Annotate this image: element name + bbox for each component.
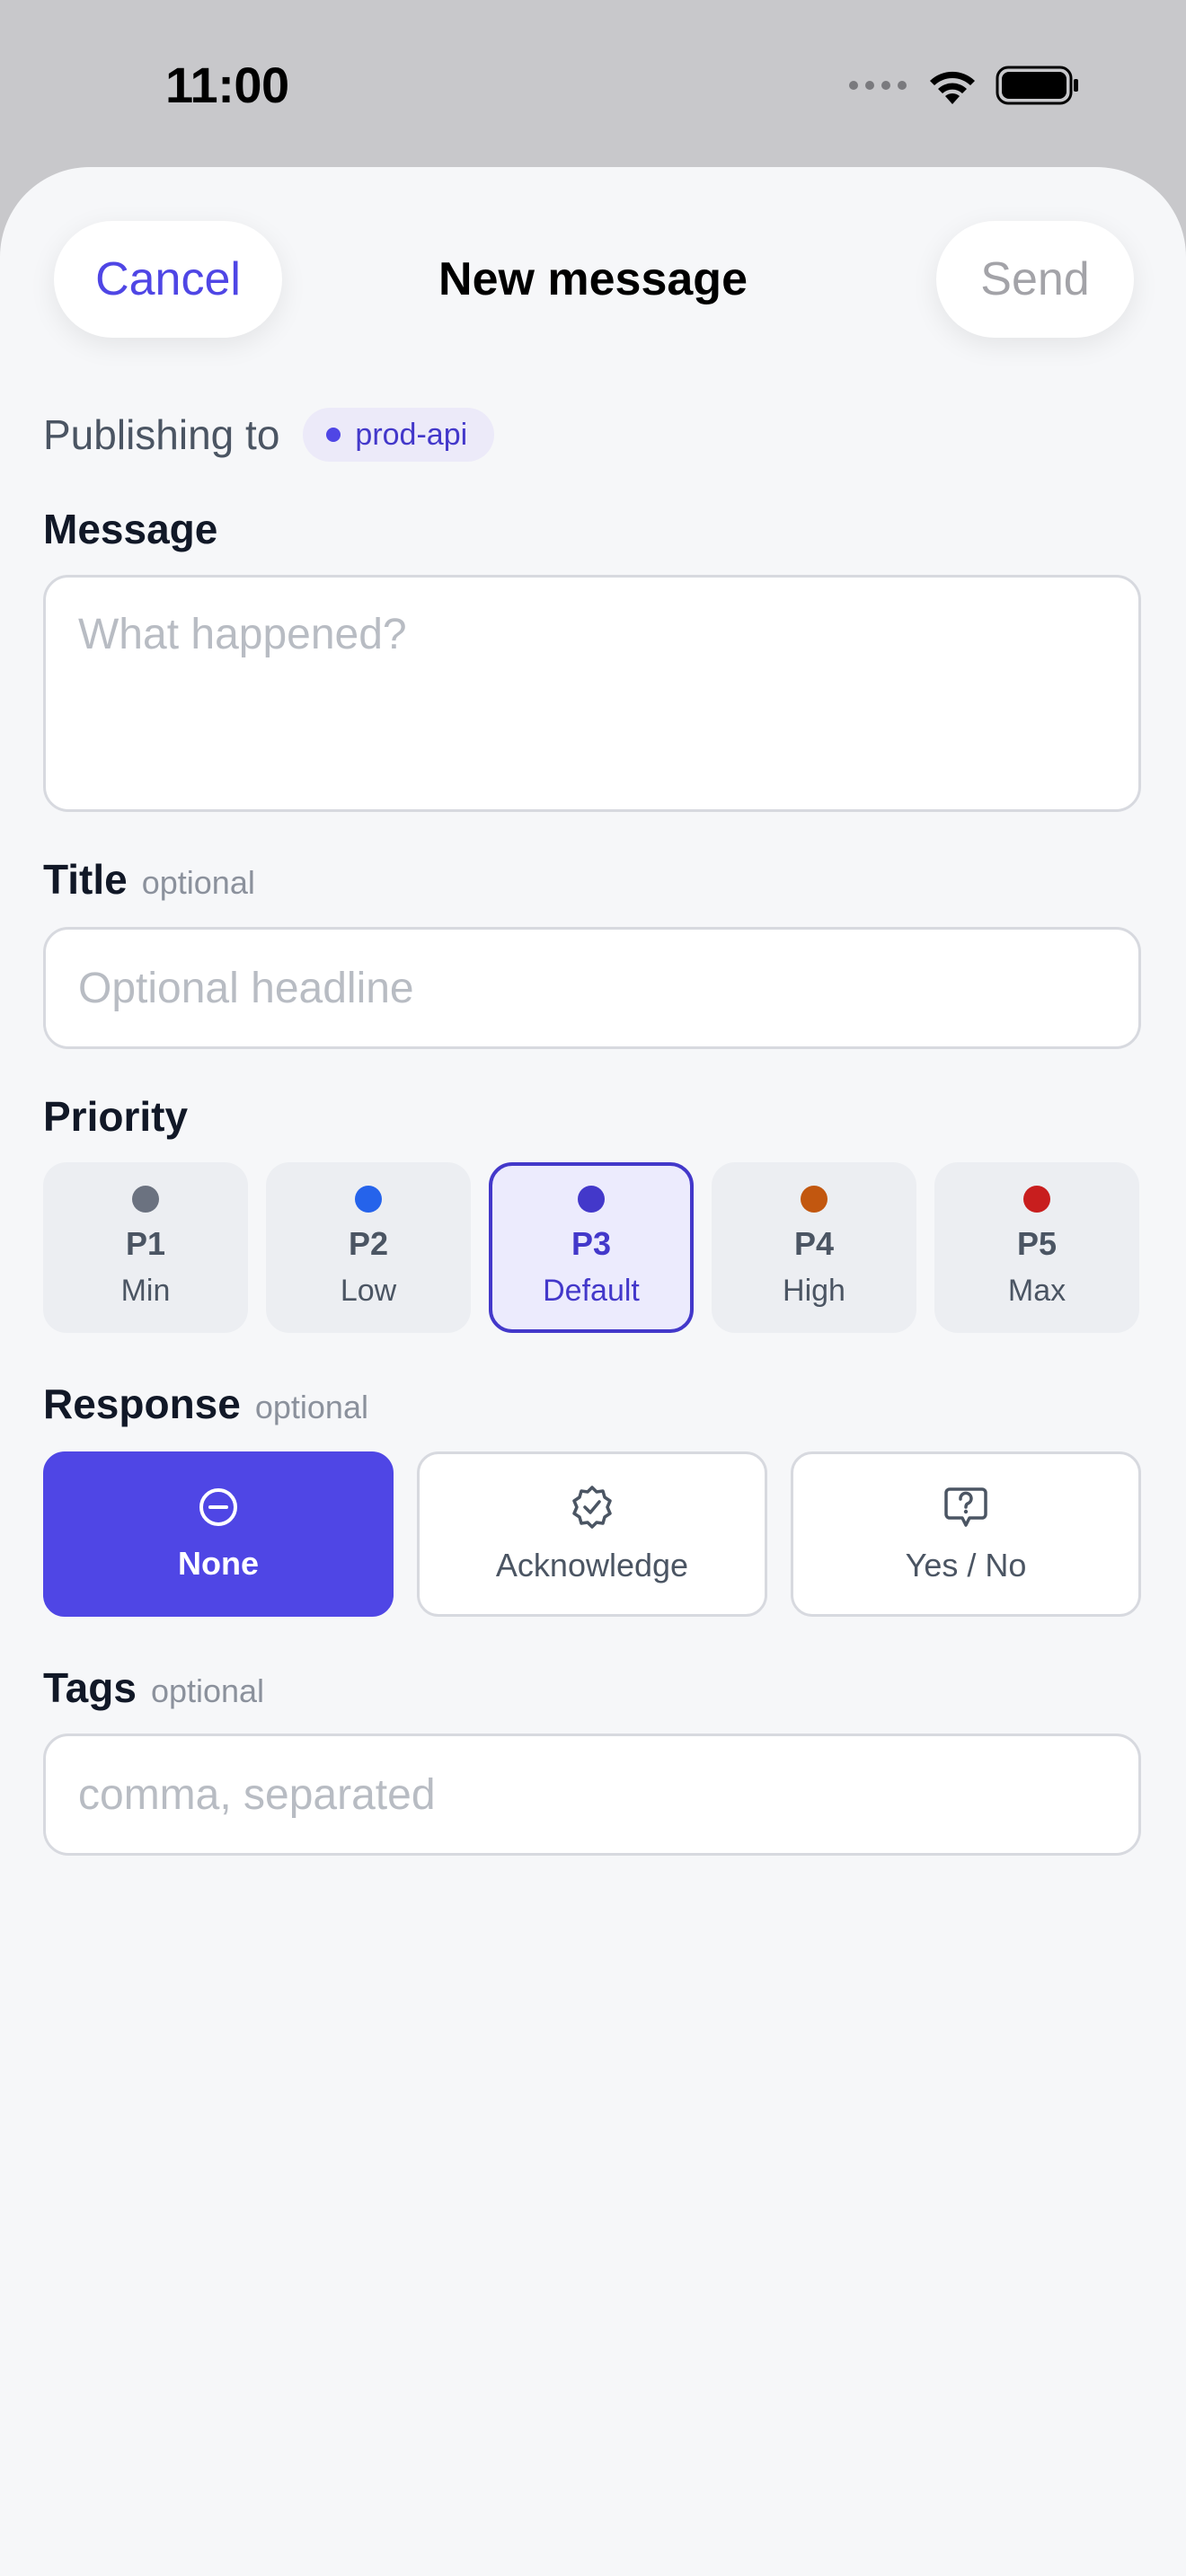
priority-selector: P1 Min P2 Low P3 Default P4 High P5 Max: [43, 1162, 1139, 1333]
compose-sheet: Cancel New message Send Publishing to pr…: [0, 167, 1186, 2576]
priority-code: P3: [571, 1225, 612, 1262]
title-label-text: Title: [43, 856, 128, 903]
title-input[interactable]: Optional headline: [43, 927, 1141, 1049]
priority-code: P1: [125, 1225, 166, 1262]
tags-label-text: Tags: [43, 1664, 137, 1711]
cellular-signal-icon: [848, 79, 909, 92]
status-bar: 11:00: [0, 0, 1186, 167]
response-option-yes-no[interactable]: Yes / No: [791, 1451, 1141, 1617]
page-title: New message: [438, 253, 748, 305]
publishing-label: Publishing to: [43, 411, 280, 458]
topic-dot-icon: [326, 428, 341, 442]
priority-dot-icon: [801, 1186, 828, 1213]
priority-option-p3[interactable]: P3 Default: [489, 1162, 694, 1333]
priority-dot-icon: [355, 1186, 382, 1213]
battery-icon: [996, 66, 1080, 105]
priority-name: Min: [120, 1274, 171, 1308]
priority-code: P2: [348, 1225, 389, 1262]
priority-label-text: Priority: [43, 1093, 189, 1140]
tags-input[interactable]: comma, separated: [43, 1734, 1141, 1856]
publishing-to: Publishing to prod-api: [43, 408, 495, 462]
response-label-text: Response: [43, 1381, 241, 1427]
priority-code: P4: [793, 1225, 835, 1262]
priority-option-p1[interactable]: P1 Min: [43, 1162, 248, 1333]
status-icons: [848, 65, 1080, 106]
response-option-label: Yes / No: [905, 1547, 1027, 1584]
response-option-label: Acknowledge: [495, 1547, 689, 1584]
message-label-text: Message: [43, 506, 218, 552]
wifi-icon: [925, 65, 979, 106]
priority-dot-icon: [132, 1186, 159, 1213]
minus-circle-icon: [197, 1486, 240, 1529]
send-button[interactable]: Send: [936, 221, 1134, 338]
priority-name: Max: [1007, 1274, 1067, 1308]
response-optional-hint: optional: [254, 1389, 368, 1425]
badge-check-icon: [569, 1484, 615, 1531]
priority-label: Priority: [43, 1092, 188, 1141]
status-time: 11:00: [165, 57, 289, 113]
priority-option-p5[interactable]: P5 Max: [934, 1162, 1139, 1333]
priority-dot-icon: [1023, 1186, 1050, 1213]
priority-code: P5: [1016, 1225, 1058, 1262]
topic-chip[interactable]: prod-api: [303, 408, 495, 462]
response-label: Response optional: [43, 1380, 368, 1428]
priority-name: Low: [340, 1274, 397, 1308]
tags-label: Tags optional: [43, 1663, 264, 1712]
topic-name: prod-api: [355, 417, 468, 452]
response-option-label: None: [178, 1545, 259, 1582]
response-selector: None Acknowledge Yes / No: [43, 1451, 1141, 1617]
title-label: Title optional: [43, 855, 255, 904]
response-option-none[interactable]: None: [43, 1451, 394, 1617]
priority-name: Default: [543, 1274, 640, 1308]
title-optional-hint: optional: [141, 864, 255, 901]
message-question-icon: [943, 1484, 989, 1531]
priority-option-p4[interactable]: P4 High: [712, 1162, 916, 1333]
priority-name: High: [783, 1274, 845, 1308]
priority-option-p2[interactable]: P2 Low: [266, 1162, 471, 1333]
message-textarea[interactable]: What happened?: [43, 575, 1141, 812]
tags-optional-hint: optional: [150, 1672, 265, 1709]
cancel-button[interactable]: Cancel: [54, 221, 282, 338]
priority-dot-icon: [578, 1186, 605, 1213]
message-label: Message: [43, 505, 217, 553]
response-option-acknowledge[interactable]: Acknowledge: [417, 1451, 767, 1617]
